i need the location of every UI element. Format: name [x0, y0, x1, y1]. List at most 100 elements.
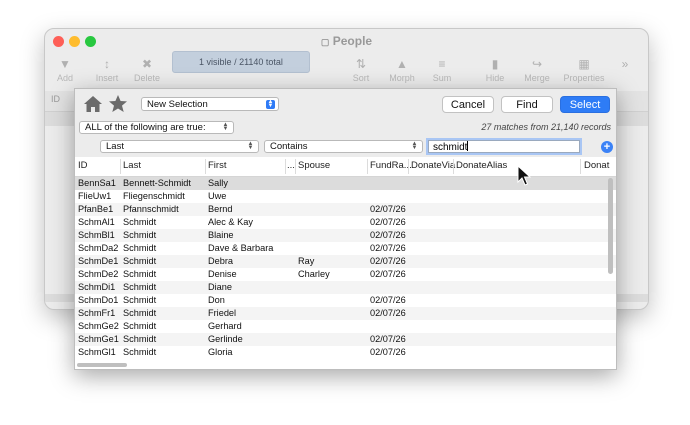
column-divider[interactable]: [367, 159, 368, 174]
cell-id: SchmDe1: [78, 256, 119, 266]
selection-mode-popup[interactable]: New Selection ▲ ▼: [141, 97, 279, 111]
cell-id: SchmFr1: [78, 308, 116, 318]
cell-id: SchmGe2: [78, 321, 119, 331]
popup-arrows-icon: ▲ ▼: [222, 122, 229, 132]
cell-id: BennSa1: [78, 178, 116, 188]
cell-last: Schmidt: [123, 256, 157, 266]
window-title: ▢ People: [320, 34, 373, 48]
cell-first: Alec & Kay: [208, 217, 253, 227]
cell-last: Schmidt: [123, 334, 157, 344]
vertical-scrollbar[interactable]: [608, 178, 613, 274]
column-divider[interactable]: [295, 159, 296, 174]
select-button[interactable]: Select: [560, 96, 610, 113]
search-value-input[interactable]: schmidt: [428, 140, 580, 153]
cell-id: FlieUw1: [78, 191, 112, 201]
cell-first: Debra: [208, 256, 234, 266]
cell-last: Pfannschmidt: [123, 204, 179, 214]
cell-first: Uwe: [208, 191, 227, 201]
column-header-fundraising[interactable]: FundRa...: [370, 160, 412, 171]
column-header-id[interactable]: ID: [78, 160, 88, 171]
cell-first: Bernd: [208, 204, 233, 214]
table-row[interactable]: SchmAl1 Schmidt Alec & Kay 02/07/26: [75, 216, 616, 229]
table-row[interactable]: FlieUw1 Fliegenschmidt Uwe: [75, 190, 616, 203]
cell-date: 02/07/26: [370, 295, 406, 305]
cell-first: Friedel: [208, 308, 237, 318]
cell-date: 02/07/26: [370, 334, 406, 344]
cell-last: Schmidt: [123, 347, 157, 357]
cell-first: Denise: [208, 269, 237, 279]
cell-date: 02/07/26: [370, 204, 406, 214]
cell-last: Schmidt: [123, 308, 157, 318]
field-popup[interactable]: Last ▲ ▼: [100, 140, 259, 153]
cell-first: Gerhard: [208, 321, 242, 331]
column-divider[interactable]: [120, 159, 121, 174]
results-table: ID Last First ... Spouse FundRa... Donat…: [75, 157, 616, 369]
popup-arrows-icon: ▲ ▼: [411, 141, 418, 151]
cell-last: Schmidt: [123, 243, 157, 253]
find-dialog: New Selection ▲ ▼ Cancel Find Select ALL …: [74, 88, 617, 370]
document-icon: ▢: [320, 37, 330, 47]
column-divider[interactable]: [205, 159, 206, 174]
chevron-double-right-icon: »: [621, 57, 629, 71]
cell-last: Schmidt: [123, 321, 157, 331]
table-row[interactable]: SchmGl1 Schmidt Gloria 02/07/26: [75, 346, 616, 359]
sum-icon: ≡: [438, 57, 446, 71]
properties-icon: ▦: [578, 57, 590, 71]
cell-date: 02/07/26: [370, 256, 406, 266]
table-row[interactable]: SchmGe1 Schmidt Gerlinde 02/07/26: [75, 333, 616, 346]
table-row[interactable]: PfanBe1 Pfannschmidt Bernd 02/07/26: [75, 203, 616, 216]
popup-arrows-icon: ▲ ▼: [247, 141, 254, 151]
dialog-toolbar: New Selection ▲ ▼ Cancel Find Select: [75, 89, 616, 119]
cell-id: SchmGl1: [78, 347, 116, 357]
column-divider[interactable]: [453, 159, 454, 174]
column-header-donatevia[interactable]: DonateVia: [411, 160, 455, 171]
cell-id: SchmDo1: [78, 295, 119, 305]
column-header-last[interactable]: Last: [123, 160, 141, 171]
table-row[interactable]: SchmBl1 Schmidt Blaine 02/07/26: [75, 229, 616, 242]
column-divider[interactable]: [580, 159, 581, 174]
cancel-button[interactable]: Cancel: [442, 96, 494, 113]
cell-last: Schmidt: [123, 282, 157, 292]
cell-first: Sally: [208, 178, 228, 188]
horizontal-scrollbar[interactable]: [77, 363, 127, 367]
cell-first: Blaine: [208, 230, 234, 240]
cell-first: Don: [208, 295, 225, 305]
column-header-collapsed[interactable]: ...: [287, 160, 295, 171]
column-header-first[interactable]: First: [208, 160, 226, 171]
cell-id: SchmBl1: [78, 230, 115, 240]
column-divider[interactable]: [285, 159, 286, 174]
table-row[interactable]: SchmDa2 Schmidt Dave & Barbara 02/07/26: [75, 242, 616, 255]
column-divider[interactable]: [408, 159, 409, 174]
cell-last: Schmidt: [123, 230, 157, 240]
column-header-donatealias[interactable]: DonateAlias: [456, 160, 507, 171]
table-row[interactable]: SchmDe2 Schmidt Denise Charley 02/07/26: [75, 268, 616, 281]
column-header-donat[interactable]: Donat: [584, 160, 609, 171]
delete-icon: ✖: [141, 57, 153, 71]
home-icon[interactable]: [83, 94, 103, 114]
table-row[interactable]: SchmFr1 Schmidt Friedel 02/07/26: [75, 307, 616, 320]
cell-first: Gerlinde: [208, 334, 243, 344]
cell-id: SchmDa2: [78, 243, 119, 253]
cell-spouse: Charley: [298, 269, 330, 279]
operator-popup[interactable]: Contains ▲ ▼: [264, 140, 423, 153]
cell-date: 02/07/26: [370, 347, 406, 357]
table-row[interactable]: SchmDo1 Schmidt Don 02/07/26: [75, 294, 616, 307]
cell-last: Schmidt: [123, 269, 157, 279]
cell-id: PfanBe1: [78, 204, 114, 214]
cell-id: SchmAl1: [78, 217, 115, 227]
popup-arrows-icon: ▲ ▼: [266, 99, 275, 109]
add-criterion-icon[interactable]: +: [601, 141, 613, 153]
find-button[interactable]: Find: [501, 96, 553, 113]
table-row[interactable]: SchmDe1 Schmidt Debra Ray 02/07/26: [75, 255, 616, 268]
condition-popup[interactable]: ALL of the following are true: ▲ ▼: [79, 121, 234, 134]
table-row[interactable]: SchmGe2 Schmidt Gerhard: [75, 320, 616, 333]
table-header: ID Last First ... Spouse FundRa... Donat…: [75, 157, 616, 177]
column-header-spouse[interactable]: Spouse: [298, 160, 330, 171]
table-row[interactable]: SchmDi1 Schmidt Diane: [75, 281, 616, 294]
cell-spouse: Ray: [298, 256, 315, 266]
cell-last: Bennett-Schmidt: [123, 178, 191, 188]
table-row[interactable]: BennSa1 Bennett-Schmidt Sally: [75, 177, 616, 190]
star-icon[interactable]: [108, 94, 128, 114]
cell-first: Diane: [208, 282, 233, 292]
cell-id: SchmDi1: [78, 282, 116, 292]
